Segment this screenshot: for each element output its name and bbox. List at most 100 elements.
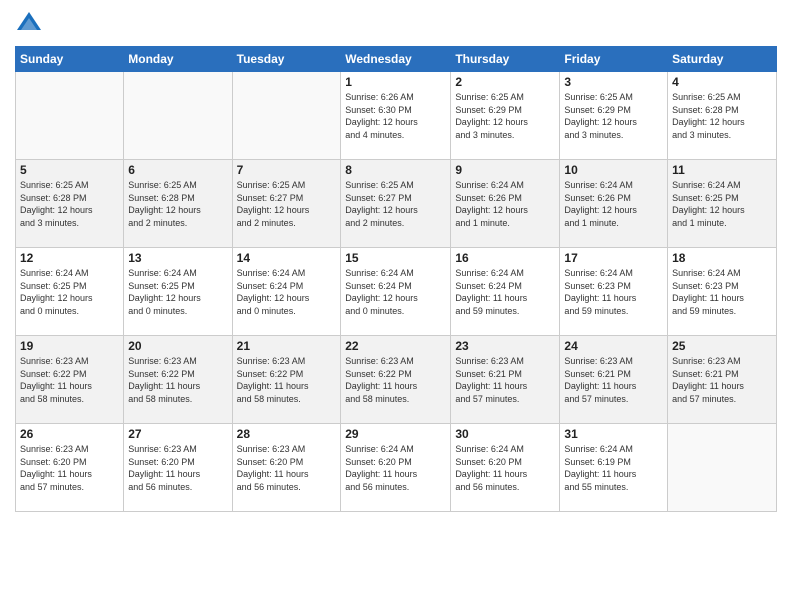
logo-icon xyxy=(15,10,43,38)
calendar-cell: 27 Sunrise: 6:23 AM Sunset: 6:20 PM Dayli… xyxy=(124,424,232,512)
calendar-cell xyxy=(124,72,232,160)
calendar-cell: 29Sunrise: 6:24 AM Sunset: 6:20 PM Dayli… xyxy=(341,424,451,512)
calendar-cell: 7 Sunrise: 6:25 AM Sunset: 6:27 PM Daylig… xyxy=(232,160,341,248)
weekday-header-saturday: Saturday xyxy=(668,47,777,72)
weekday-header-friday: Friday xyxy=(560,47,668,72)
weekday-header-row: SundayMondayTuesdayWednesdayThursdayFrid… xyxy=(16,47,777,72)
calendar-cell: 25 Sunrise: 6:23 AM Sunset: 6:21 PM Dayli… xyxy=(668,336,777,424)
day-info: Sunrise: 6:23 AM Sunset: 6:21 PM Dayligh… xyxy=(455,355,555,405)
calendar-cell: 5 Sunrise: 6:25 AM Sunset: 6:28 PM Daylig… xyxy=(16,160,124,248)
calendar-cell: 4Sunrise: 6:25 AM Sunset: 6:28 PM Daylig… xyxy=(668,72,777,160)
calendar-cell: 3 Sunrise: 6:25 AM Sunset: 6:29 PM Daylig… xyxy=(560,72,668,160)
weekday-header-sunday: Sunday xyxy=(16,47,124,72)
day-number: 26 xyxy=(20,427,119,441)
day-info: Sunrise: 6:24 AM Sunset: 6:24 PM Dayligh… xyxy=(345,267,446,317)
day-number: 28 xyxy=(237,427,337,441)
calendar-table: SundayMondayTuesdayWednesdayThursdayFrid… xyxy=(15,46,777,512)
day-info: Sunrise: 6:24 AM Sunset: 6:25 PM Dayligh… xyxy=(128,267,227,317)
calendar-cell: 20Sunrise: 6:23 AM Sunset: 6:22 PM Dayli… xyxy=(124,336,232,424)
day-number: 5 xyxy=(20,163,119,177)
weekday-header-thursday: Thursday xyxy=(451,47,560,72)
calendar-cell: 28Sunrise: 6:23 AM Sunset: 6:20 PM Dayli… xyxy=(232,424,341,512)
day-number: 16 xyxy=(455,251,555,265)
day-info: Sunrise: 6:23 AM Sunset: 6:21 PM Dayligh… xyxy=(672,355,772,405)
calendar-cell: 6 Sunrise: 6:25 AM Sunset: 6:28 PM Daylig… xyxy=(124,160,232,248)
day-number: 6 xyxy=(128,163,227,177)
day-info: Sunrise: 6:24 AM Sunset: 6:24 PM Dayligh… xyxy=(455,267,555,317)
day-info: Sunrise: 6:24 AM Sunset: 6:23 PM Dayligh… xyxy=(564,267,663,317)
day-number: 19 xyxy=(20,339,119,353)
day-number: 31 xyxy=(564,427,663,441)
day-info: Sunrise: 6:24 AM Sunset: 6:20 PM Dayligh… xyxy=(455,443,555,493)
day-number: 17 xyxy=(564,251,663,265)
calendar-cell: 9 Sunrise: 6:24 AM Sunset: 6:26 PM Daylig… xyxy=(451,160,560,248)
calendar-cell xyxy=(668,424,777,512)
day-info: Sunrise: 6:23 AM Sunset: 6:22 PM Dayligh… xyxy=(345,355,446,405)
day-number: 8 xyxy=(345,163,446,177)
day-info: Sunrise: 6:25 AM Sunset: 6:28 PM Dayligh… xyxy=(128,179,227,229)
calendar-week-row: 26 Sunrise: 6:23 AM Sunset: 6:20 PM Dayli… xyxy=(16,424,777,512)
calendar-cell: 23 Sunrise: 6:23 AM Sunset: 6:21 PM Dayli… xyxy=(451,336,560,424)
day-info: Sunrise: 6:25 AM Sunset: 6:28 PM Dayligh… xyxy=(20,179,119,229)
day-info: Sunrise: 6:23 AM Sunset: 6:20 PM Dayligh… xyxy=(20,443,119,493)
calendar-cell: 18 Sunrise: 6:24 AM Sunset: 6:23 PM Dayli… xyxy=(668,248,777,336)
weekday-header-wednesday: Wednesday xyxy=(341,47,451,72)
day-info: Sunrise: 6:24 AM Sunset: 6:25 PM Dayligh… xyxy=(672,179,772,229)
calendar-cell: 31Sunrise: 6:24 AM Sunset: 6:19 PM Dayli… xyxy=(560,424,668,512)
day-info: Sunrise: 6:25 AM Sunset: 6:28 PM Dayligh… xyxy=(672,91,772,141)
day-info: Sunrise: 6:26 AM Sunset: 6:30 PM Dayligh… xyxy=(345,91,446,141)
calendar-cell: 24Sunrise: 6:23 AM Sunset: 6:21 PM Dayli… xyxy=(560,336,668,424)
calendar-cell: 11 Sunrise: 6:24 AM Sunset: 6:25 PM Dayli… xyxy=(668,160,777,248)
calendar-cell: 14Sunrise: 6:24 AM Sunset: 6:24 PM Dayli… xyxy=(232,248,341,336)
calendar-cell: 21Sunrise: 6:23 AM Sunset: 6:22 PM Dayli… xyxy=(232,336,341,424)
day-number: 23 xyxy=(455,339,555,353)
calendar-cell: 30 Sunrise: 6:24 AM Sunset: 6:20 PM Dayli… xyxy=(451,424,560,512)
day-number: 11 xyxy=(672,163,772,177)
calendar-week-row: 19 Sunrise: 6:23 AM Sunset: 6:22 PM Dayli… xyxy=(16,336,777,424)
day-number: 13 xyxy=(128,251,227,265)
day-number: 7 xyxy=(237,163,337,177)
calendar-cell xyxy=(232,72,341,160)
day-info: Sunrise: 6:25 AM Sunset: 6:29 PM Dayligh… xyxy=(455,91,555,141)
calendar-cell: 1 Sunrise: 6:26 AM Sunset: 6:30 PM Daylig… xyxy=(341,72,451,160)
calendar-week-row: 12Sunrise: 6:24 AM Sunset: 6:25 PM Dayli… xyxy=(16,248,777,336)
calendar-cell xyxy=(16,72,124,160)
day-number: 18 xyxy=(672,251,772,265)
day-info: Sunrise: 6:23 AM Sunset: 6:21 PM Dayligh… xyxy=(564,355,663,405)
day-info: Sunrise: 6:25 AM Sunset: 6:27 PM Dayligh… xyxy=(345,179,446,229)
calendar-week-row: 5 Sunrise: 6:25 AM Sunset: 6:28 PM Daylig… xyxy=(16,160,777,248)
day-number: 10 xyxy=(564,163,663,177)
day-number: 27 xyxy=(128,427,227,441)
day-number: 1 xyxy=(345,75,446,89)
calendar-week-row: 1 Sunrise: 6:26 AM Sunset: 6:30 PM Daylig… xyxy=(16,72,777,160)
day-number: 3 xyxy=(564,75,663,89)
day-number: 2 xyxy=(455,75,555,89)
day-info: Sunrise: 6:25 AM Sunset: 6:27 PM Dayligh… xyxy=(237,179,337,229)
day-info: Sunrise: 6:25 AM Sunset: 6:29 PM Dayligh… xyxy=(564,91,663,141)
calendar-cell: 2 Sunrise: 6:25 AM Sunset: 6:29 PM Daylig… xyxy=(451,72,560,160)
day-info: Sunrise: 6:24 AM Sunset: 6:26 PM Dayligh… xyxy=(564,179,663,229)
day-number: 21 xyxy=(237,339,337,353)
calendar-cell: 13 Sunrise: 6:24 AM Sunset: 6:25 PM Dayli… xyxy=(124,248,232,336)
day-info: Sunrise: 6:23 AM Sunset: 6:22 PM Dayligh… xyxy=(20,355,119,405)
day-number: 30 xyxy=(455,427,555,441)
calendar-cell: 15Sunrise: 6:24 AM Sunset: 6:24 PM Dayli… xyxy=(341,248,451,336)
day-number: 25 xyxy=(672,339,772,353)
logo xyxy=(15,10,47,38)
day-number: 9 xyxy=(455,163,555,177)
page-header xyxy=(15,10,777,38)
calendar-cell: 16 Sunrise: 6:24 AM Sunset: 6:24 PM Dayli… xyxy=(451,248,560,336)
weekday-header-tuesday: Tuesday xyxy=(232,47,341,72)
day-info: Sunrise: 6:24 AM Sunset: 6:23 PM Dayligh… xyxy=(672,267,772,317)
calendar-cell: 12Sunrise: 6:24 AM Sunset: 6:25 PM Dayli… xyxy=(16,248,124,336)
day-info: Sunrise: 6:24 AM Sunset: 6:25 PM Dayligh… xyxy=(20,267,119,317)
calendar-cell: 19 Sunrise: 6:23 AM Sunset: 6:22 PM Dayli… xyxy=(16,336,124,424)
calendar-cell: 17 Sunrise: 6:24 AM Sunset: 6:23 PM Dayli… xyxy=(560,248,668,336)
day-info: Sunrise: 6:23 AM Sunset: 6:20 PM Dayligh… xyxy=(128,443,227,493)
day-info: Sunrise: 6:24 AM Sunset: 6:20 PM Dayligh… xyxy=(345,443,446,493)
day-number: 22 xyxy=(345,339,446,353)
calendar-cell: 26 Sunrise: 6:23 AM Sunset: 6:20 PM Dayli… xyxy=(16,424,124,512)
day-info: Sunrise: 6:24 AM Sunset: 6:26 PM Dayligh… xyxy=(455,179,555,229)
calendar-cell: 8 Sunrise: 6:25 AM Sunset: 6:27 PM Daylig… xyxy=(341,160,451,248)
calendar-cell: 10 Sunrise: 6:24 AM Sunset: 6:26 PM Dayli… xyxy=(560,160,668,248)
